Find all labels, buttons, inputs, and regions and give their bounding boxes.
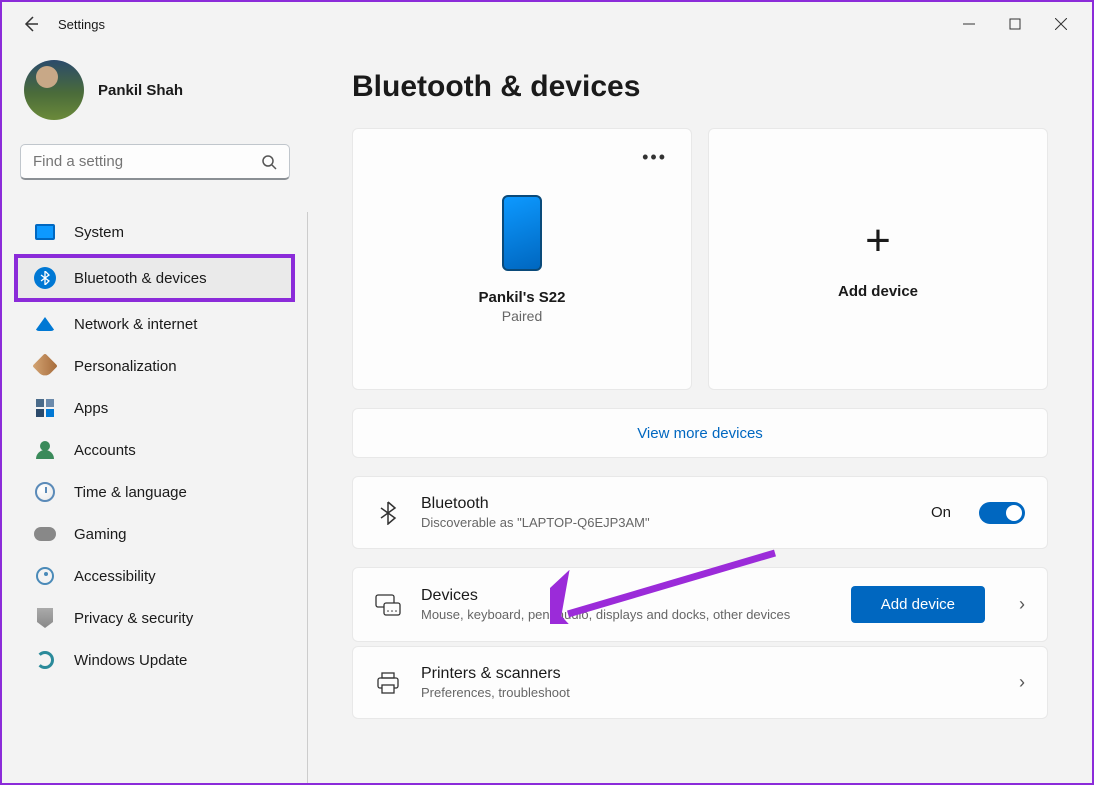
bluetooth-icon: [375, 501, 401, 525]
sidebar-item-label: Apps: [74, 400, 108, 417]
device-name: Pankil's S22: [479, 289, 566, 306]
device-status: Paired: [502, 308, 542, 324]
back-button[interactable]: [10, 4, 50, 44]
titlebar: Settings: [2, 2, 1092, 46]
search-box[interactable]: [20, 144, 290, 180]
sidebar-item-privacy[interactable]: Privacy & security: [20, 598, 289, 638]
sidebar-item-system[interactable]: System: [20, 212, 289, 252]
setting-title: Devices: [421, 587, 831, 605]
sidebar-item-accessibility[interactable]: Accessibility: [20, 556, 289, 596]
system-icon: [34, 221, 56, 243]
chevron-right-icon: ›: [1019, 594, 1025, 615]
setting-title: Printers & scanners: [421, 665, 985, 683]
chevron-right-icon: ›: [1019, 672, 1025, 693]
devices-icon: [375, 594, 401, 616]
window-title: Settings: [58, 17, 105, 32]
setting-title: Bluetooth: [421, 495, 911, 513]
sidebar-item-label: Gaming: [74, 526, 127, 543]
bluetooth-icon: [34, 267, 56, 289]
search-input[interactable]: [33, 153, 261, 170]
page-title: Bluetooth & devices: [352, 70, 1048, 104]
view-more-label: View more devices: [637, 425, 763, 442]
sidebar-item-time[interactable]: Time & language: [20, 472, 289, 512]
sidebar-item-update[interactable]: Windows Update: [20, 640, 289, 680]
network-icon: [34, 313, 56, 335]
personalization-icon: [34, 355, 56, 377]
avatar: [24, 60, 84, 120]
printers-setting[interactable]: Printers & scanners Preferences, trouble…: [352, 646, 1048, 719]
nav: System Bluetooth & devices Network & int…: [20, 212, 308, 783]
username: Pankil Shah: [98, 82, 183, 99]
gaming-icon: [34, 523, 56, 545]
sidebar-item-label: Network & internet: [74, 316, 197, 333]
toggle-label: On: [931, 504, 951, 521]
add-device-label: Add device: [838, 283, 918, 300]
bluetooth-toggle[interactable]: [979, 502, 1025, 524]
more-button[interactable]: •••: [642, 147, 667, 168]
add-device-button[interactable]: Add device: [851, 586, 985, 623]
sidebar-item-label: Accounts: [74, 442, 136, 459]
search-icon: [261, 154, 277, 170]
sidebar-item-personalization[interactable]: Personalization: [20, 346, 289, 386]
sidebar-item-label: Personalization: [74, 358, 177, 375]
devices-setting[interactable]: Devices Mouse, keyboard, pen, audio, dis…: [352, 567, 1048, 642]
sidebar-item-network[interactable]: Network & internet: [20, 304, 289, 344]
printer-icon: [375, 672, 401, 694]
sidebar-item-gaming[interactable]: Gaming: [20, 514, 289, 554]
bluetooth-setting[interactable]: Bluetooth Discoverable as "LAPTOP-Q6EJP3…: [352, 476, 1048, 549]
sidebar-item-label: Accessibility: [74, 568, 156, 585]
setting-sub: Preferences, troubleshoot: [421, 685, 985, 700]
sidebar-item-label: Privacy & security: [74, 610, 193, 627]
maximize-button[interactable]: [992, 8, 1038, 40]
view-more-devices[interactable]: View more devices: [352, 408, 1048, 458]
update-icon: [34, 649, 56, 671]
privacy-icon: [34, 607, 56, 629]
sidebar-item-label: System: [74, 224, 124, 241]
phone-icon: [502, 195, 542, 271]
time-icon: [34, 481, 56, 503]
sidebar-item-label: Bluetooth & devices: [74, 270, 207, 287]
sidebar: Pankil Shah System Bluetooth & devices N…: [2, 46, 308, 783]
sidebar-item-label: Windows Update: [74, 652, 187, 669]
accessibility-icon: [34, 565, 56, 587]
add-device-card[interactable]: + Add device: [708, 128, 1048, 390]
sidebar-item-apps[interactable]: Apps: [20, 388, 289, 428]
plus-icon: +: [865, 219, 891, 263]
main-content: Bluetooth & devices ••• Pankil's S22 Pai…: [308, 46, 1092, 783]
sidebar-item-label: Time & language: [74, 484, 187, 501]
setting-sub: Discoverable as "LAPTOP-Q6EJP3AM": [421, 515, 911, 530]
sidebar-item-bluetooth[interactable]: Bluetooth & devices: [14, 254, 295, 302]
sidebar-item-accounts[interactable]: Accounts: [20, 430, 289, 470]
minimize-button[interactable]: [946, 8, 992, 40]
user-profile[interactable]: Pankil Shah: [20, 60, 290, 120]
apps-icon: [34, 397, 56, 419]
close-button[interactable]: [1038, 8, 1084, 40]
setting-sub: Mouse, keyboard, pen, audio, displays an…: [421, 607, 831, 622]
accounts-icon: [34, 439, 56, 461]
paired-device-card[interactable]: ••• Pankil's S22 Paired: [352, 128, 692, 390]
